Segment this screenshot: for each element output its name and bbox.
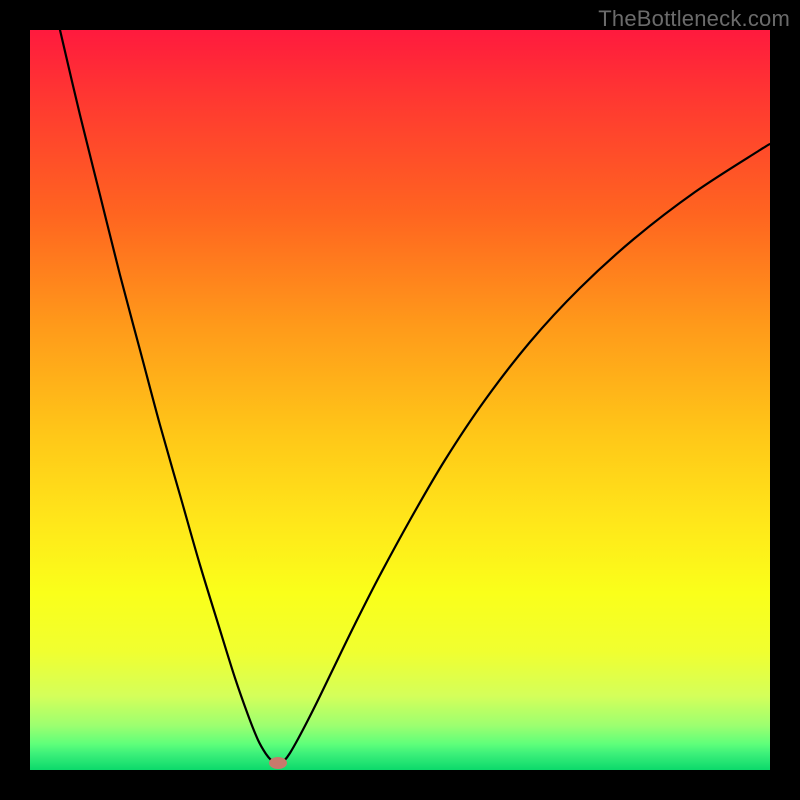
chart-frame: TheBottleneck.com [0,0,800,800]
minimum-marker [269,757,287,769]
curve-svg [30,30,770,770]
watermark-text: TheBottleneck.com [598,6,790,32]
plot-area [30,30,770,770]
bottleneck-curve [60,30,770,765]
